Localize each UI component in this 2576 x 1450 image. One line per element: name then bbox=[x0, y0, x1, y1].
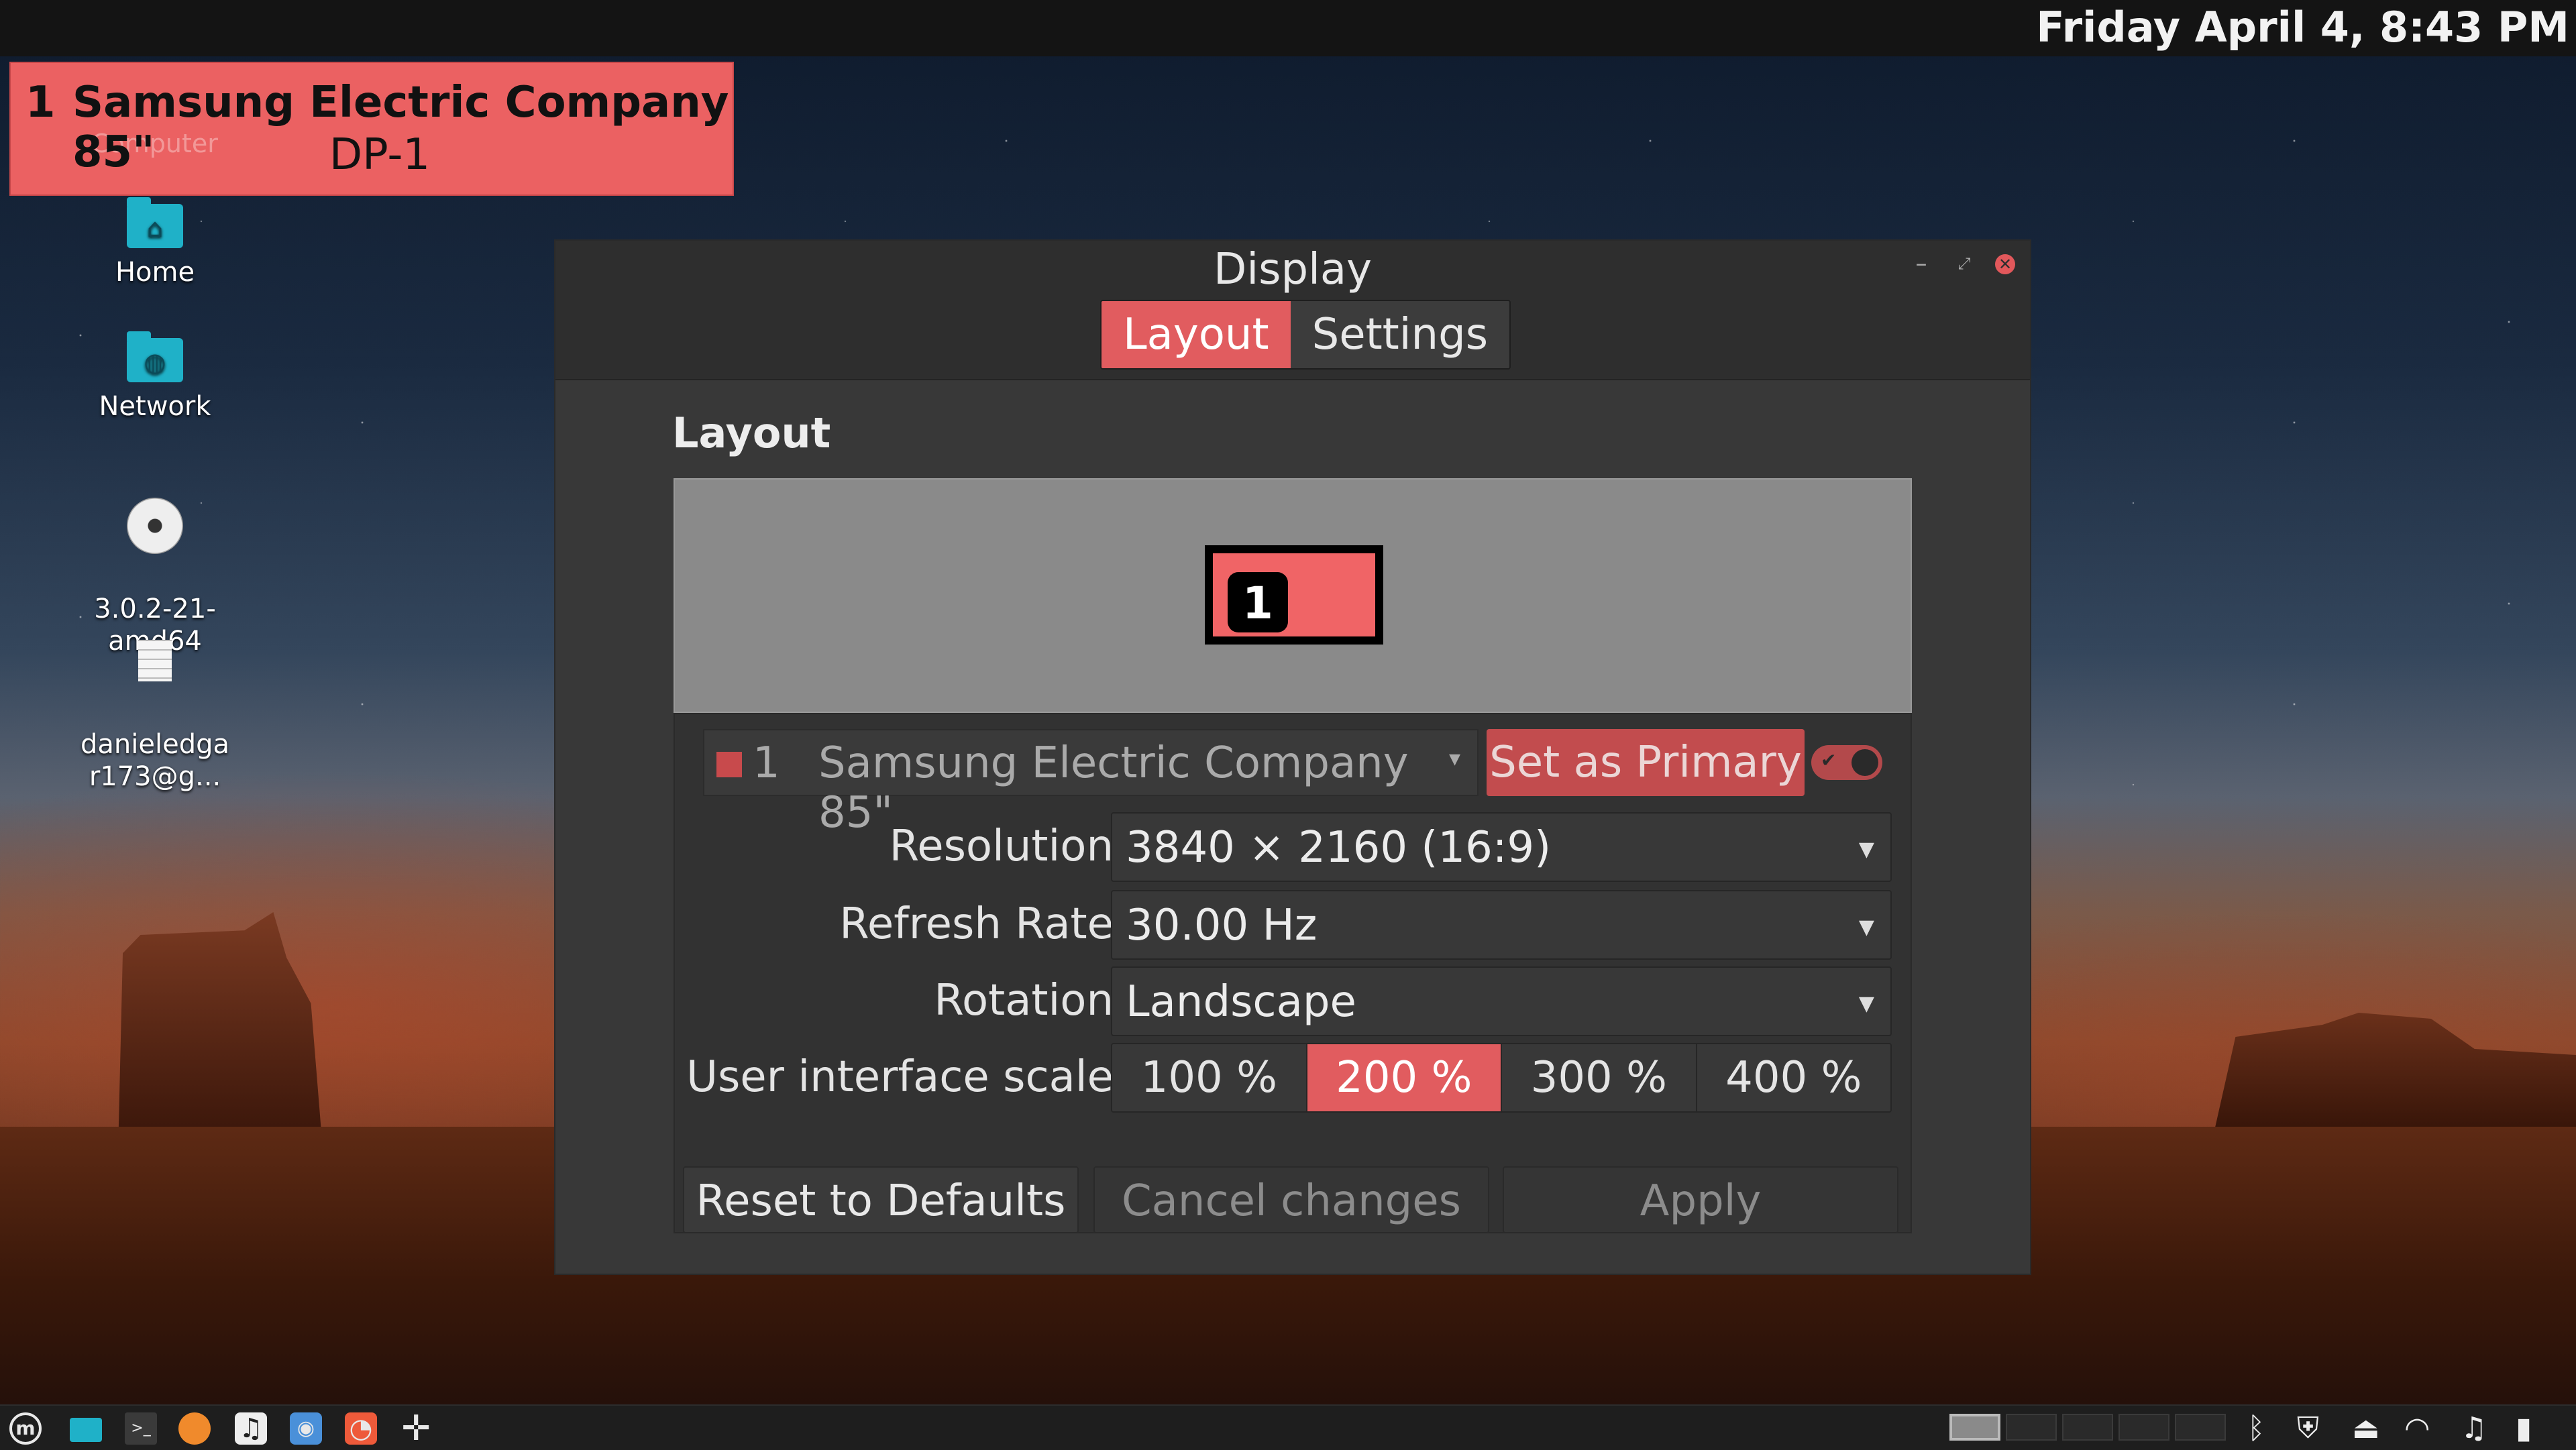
move-cross-icon[interactable]: ✛ bbox=[400, 1411, 432, 1446]
refresh-rate-dropdown[interactable]: 30.00 Hz ▼ bbox=[1111, 890, 1892, 960]
monitor-tile[interactable]: 1 bbox=[1205, 545, 1383, 645]
workspace-5[interactable] bbox=[2175, 1414, 2226, 1441]
apply-button[interactable]: Apply bbox=[1503, 1166, 1898, 1233]
home-folder-icon: ⌂ bbox=[127, 197, 183, 248]
resolution-row: Resolution 3840 × 2160 (16:9) ▼ bbox=[675, 812, 1913, 883]
monitor-selector-number: 1 bbox=[753, 738, 780, 788]
document-icon bbox=[131, 632, 178, 689]
desktop-icon-label: danieledga r173@g... bbox=[80, 729, 229, 792]
wifi-icon[interactable]: ◠ bbox=[2404, 1411, 2430, 1445]
section-title: Layout bbox=[672, 408, 831, 457]
overlay-monitor-number: 1 bbox=[25, 78, 56, 127]
disc-icon bbox=[127, 498, 183, 554]
firefox-icon[interactable] bbox=[178, 1412, 211, 1445]
monitor-layout-canvas[interactable]: 1 bbox=[674, 478, 1912, 713]
removable-drive-icon[interactable]: ⏏ bbox=[2352, 1411, 2380, 1445]
mesa-right bbox=[2214, 1013, 2576, 1133]
scale-option-400[interactable]: 400 % bbox=[1697, 1044, 1890, 1111]
set-as-primary-button[interactable]: Set as Primary bbox=[1487, 729, 1805, 796]
close-icon[interactable]: ✕ bbox=[1995, 254, 2015, 274]
rotation-dropdown[interactable]: Landscape ▼ bbox=[1111, 966, 1892, 1036]
monitor-color-swatch bbox=[716, 752, 742, 777]
workspace-1[interactable] bbox=[1949, 1414, 2000, 1441]
music-icon[interactable]: ♫ bbox=[235, 1412, 267, 1445]
workspace-3[interactable] bbox=[2062, 1414, 2113, 1441]
ui-scale-selector: 100 % 200 % 300 % 400 % bbox=[1111, 1043, 1892, 1113]
scale-option-300[interactable]: 300 % bbox=[1502, 1044, 1697, 1111]
rotation-row: Rotation Landscape ▼ bbox=[675, 966, 1913, 1038]
monitor-settings-panel: 1 Samsung Electric Company 85" ▾ Set as … bbox=[674, 713, 1912, 1233]
resolution-label: Resolution bbox=[889, 822, 1114, 871]
mesa-left bbox=[118, 912, 322, 1140]
chevron-down-icon: ▼ bbox=[1858, 992, 1874, 1015]
resolution-value: 3840 × 2160 (16:9) bbox=[1126, 823, 1552, 873]
workspace-4[interactable] bbox=[2118, 1414, 2169, 1441]
check-icon: ✔ bbox=[1821, 749, 1837, 771]
bluetooth-icon[interactable]: ᛒ bbox=[2247, 1411, 2265, 1445]
tab-layout[interactable]: Layout bbox=[1102, 301, 1291, 368]
shield-icon[interactable]: ⛨ bbox=[2297, 1411, 2319, 1445]
monitor-selector-dropdown[interactable]: 1 Samsung Electric Company 85" ▾ bbox=[703, 729, 1479, 838]
display-settings-window: Display – ⤢ ✕ Layout Settings Layout 1 1… bbox=[554, 239, 2031, 1275]
screenshot-icon[interactable]: ◉ bbox=[290, 1412, 322, 1445]
top-panel: Friday April 4, 8:43 PM bbox=[0, 0, 2576, 56]
refresh-rate-row: Refresh Rate 30.00 Hz ▼ bbox=[675, 890, 1913, 961]
maximize-icon[interactable]: ⤢ bbox=[1952, 252, 1976, 276]
clock[interactable]: Friday April 4, 8:43 PM bbox=[2036, 3, 2569, 52]
chevron-down-icon: ▼ bbox=[1858, 915, 1874, 939]
chevron-down-icon: ▾ bbox=[1449, 745, 1461, 772]
desktop-icon-label: Network bbox=[99, 391, 211, 422]
volume-music-icon[interactable]: ♫ bbox=[2461, 1411, 2487, 1445]
monitor-enabled-toggle[interactable]: ✔ bbox=[1811, 745, 1882, 780]
chevron-down-icon: ▼ bbox=[1858, 838, 1874, 861]
ui-scale-row: User interface scale 100 % 200 % 300 % 4… bbox=[675, 1043, 1913, 1114]
window-titlebar[interactable]: Display – ⤢ ✕ Layout Settings bbox=[555, 241, 2030, 380]
monitor-number-badge: 1 bbox=[1228, 572, 1288, 632]
tab-settings[interactable]: Settings bbox=[1290, 301, 1510, 368]
desktop-icon-document[interactable]: danieledga r173@g... bbox=[78, 600, 232, 825]
desktop-icon-label: Home bbox=[115, 257, 195, 288]
refresh-rate-label: Refresh Rate bbox=[839, 899, 1114, 949]
view-switcher: Layout Settings bbox=[1100, 300, 1511, 370]
files-icon[interactable] bbox=[70, 1418, 102, 1442]
rotation-label: Rotation bbox=[934, 976, 1114, 1025]
ui-scale-label: User interface scale bbox=[686, 1052, 1114, 1102]
bottom-panel: m >_ ♫ ◉ ◔ ✛ ᛒ ⛨ ⏏ ◠ ♫ ▮ bbox=[0, 1404, 2576, 1450]
software-manager-icon[interactable]: ◔ bbox=[345, 1412, 377, 1445]
desktop-icon-home[interactable]: ⌂ Home bbox=[78, 197, 232, 288]
network-folder-icon: ◍ bbox=[127, 331, 183, 382]
scale-option-200[interactable]: 200 % bbox=[1307, 1044, 1502, 1111]
overlay-monitor-port: DP-1 bbox=[329, 130, 431, 180]
refresh-rate-value: 30.00 Hz bbox=[1126, 901, 1318, 950]
resolution-dropdown[interactable]: 3840 × 2160 (16:9) ▼ bbox=[1111, 812, 1892, 882]
rotation-value: Landscape bbox=[1126, 977, 1356, 1027]
toggle-knob bbox=[1851, 749, 1878, 776]
reset-to-defaults-button[interactable]: Reset to Defaults bbox=[683, 1166, 1079, 1233]
workspace-2[interactable] bbox=[2006, 1414, 2057, 1441]
mint-menu-icon[interactable]: m bbox=[9, 1412, 42, 1445]
window-title: Display bbox=[1214, 245, 1372, 294]
battery-icon[interactable]: ▮ bbox=[2516, 1411, 2532, 1445]
scale-option-100[interactable]: 100 % bbox=[1112, 1044, 1307, 1111]
terminal-icon[interactable]: >_ bbox=[125, 1412, 157, 1445]
desktop-icon-network[interactable]: ◍ Network bbox=[78, 331, 232, 423]
monitor-identify-overlay: Computer 1 Samsung Electric Company 85" … bbox=[9, 62, 734, 196]
minimize-icon[interactable]: – bbox=[1909, 252, 1933, 276]
cancel-changes-button[interactable]: Cancel changes bbox=[1093, 1166, 1489, 1233]
